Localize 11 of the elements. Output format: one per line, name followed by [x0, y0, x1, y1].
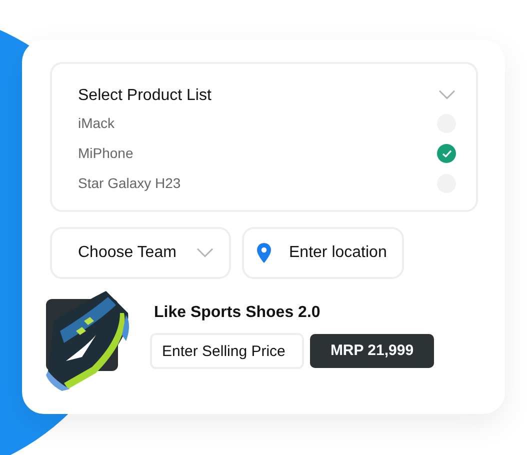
- selling-price-field[interactable]: Enter Selling Price: [150, 333, 304, 369]
- chevron-down-icon: [196, 248, 214, 258]
- list-item[interactable]: iMack: [78, 109, 456, 138]
- location-field[interactable]: Enter location: [242, 227, 404, 279]
- product-name: Like Sports Shoes 2.0: [154, 303, 322, 323]
- location-pin-icon: [257, 243, 271, 263]
- list-title: Select Product List: [78, 86, 212, 106]
- list-item[interactable]: MiPhone: [78, 139, 456, 168]
- mrp-label: MRP 21,999: [310, 334, 434, 368]
- team-dropdown[interactable]: Choose Team: [50, 227, 231, 279]
- list-item[interactable]: Star Galaxy H23: [78, 169, 456, 198]
